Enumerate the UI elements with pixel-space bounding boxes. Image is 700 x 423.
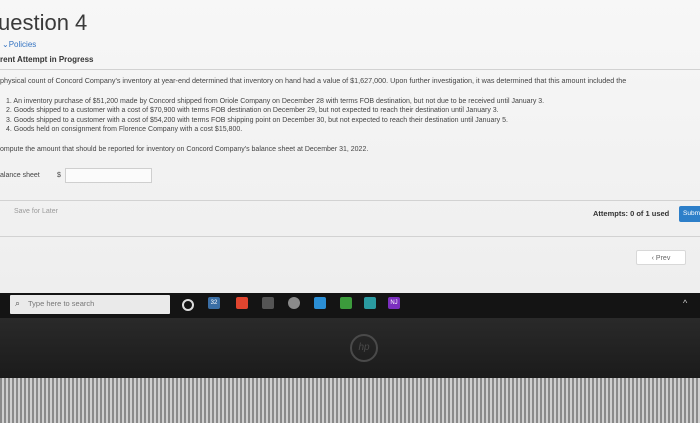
problem-intro: physical count of Concord Company's inve… bbox=[0, 76, 627, 85]
policies-label: Policies bbox=[8, 40, 37, 49]
app-icon-gray[interactable] bbox=[262, 297, 274, 309]
divider bbox=[0, 236, 700, 237]
prev-button[interactable]: ‹ Prev bbox=[636, 250, 686, 265]
balance-sheet-input[interactable] bbox=[65, 168, 152, 183]
currency-symbol: $ bbox=[57, 172, 61, 179]
submit-button[interactable]: Submit bbox=[679, 206, 700, 222]
windows-taskbar: ⌕ Type here to search 32 NJ ^ bbox=[0, 293, 700, 318]
list-item: 3. Goods shipped to a customer with a co… bbox=[6, 116, 508, 124]
browser-content: uestion 4 ⌄Policies rent Attempt in Prog… bbox=[0, 0, 700, 295]
cortana-icon[interactable] bbox=[182, 299, 194, 311]
app-icon-red[interactable] bbox=[236, 297, 248, 309]
laptop-keyboard bbox=[0, 378, 700, 423]
list-item: 4. Goods held on consignment from Floren… bbox=[6, 126, 243, 134]
attempt-status: rent Attempt in Progress bbox=[0, 55, 94, 64]
chevron-down-icon: ⌄ bbox=[2, 40, 9, 49]
divider bbox=[0, 69, 700, 70]
policies-link[interactable]: ⌄Policies bbox=[2, 40, 36, 49]
taskbar-search-box[interactable]: ⌕ Type here to search bbox=[10, 295, 170, 314]
search-placeholder: Type here to search bbox=[28, 299, 95, 308]
list-item: 1. An inventory purchase of $51,200 made… bbox=[6, 98, 545, 105]
problem-instruction: ompute the amount that should be reporte… bbox=[0, 146, 369, 153]
app-icon-green[interactable] bbox=[340, 297, 352, 309]
balance-sheet-label: alance sheet bbox=[0, 172, 40, 179]
problem-item-list: 1. An inventory purchase of $51,200 made… bbox=[6, 98, 544, 136]
divider bbox=[0, 200, 700, 201]
chevron-up-icon[interactable]: ^ bbox=[683, 298, 687, 308]
app-icon-nj[interactable]: NJ bbox=[388, 297, 400, 309]
question-title: uestion 4 bbox=[0, 10, 88, 35]
search-icon: ⌕ bbox=[15, 298, 21, 308]
task-view-icon[interactable]: 32 bbox=[208, 297, 220, 309]
app-icon-gear[interactable] bbox=[288, 297, 300, 309]
app-icon-teal[interactable] bbox=[364, 297, 376, 309]
save-for-later-button[interactable]: Save for Later bbox=[14, 208, 58, 215]
list-item: 2. Goods shipped to a customer with a co… bbox=[6, 107, 499, 115]
attempts-counter: Attempts: 0 of 1 used bbox=[593, 209, 670, 218]
hp-logo: hp bbox=[350, 334, 378, 362]
app-icon-blue[interactable] bbox=[314, 297, 326, 309]
